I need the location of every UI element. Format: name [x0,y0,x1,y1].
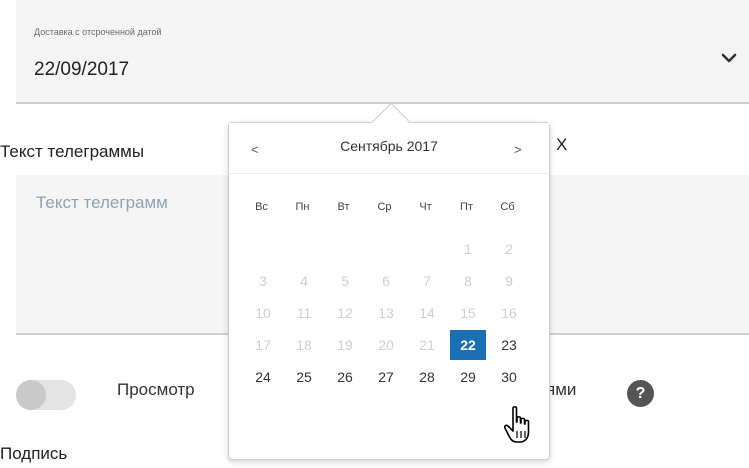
selected-day-cell[interactable]: 22 [450,330,486,360]
help-icon[interactable]: ? [627,380,654,407]
preview-label-end: ями [546,380,577,399]
empty-day-cell [286,234,322,264]
day-cell: 2 [505,241,513,257]
day-cell: 15 [460,305,476,321]
empty-day-cell [245,234,281,264]
day-cell: 20 [378,337,394,353]
day-cell: 16 [501,305,517,321]
day-cell[interactable]: 28 [409,362,445,392]
weekday-label: Вт [337,201,350,213]
calendar-month-title: Сентябрь 2017 [340,138,438,154]
day-cell: 14 [419,305,435,321]
day-cell: 7 [423,273,431,289]
delivery-date-value[interactable]: 22/09/2017 [34,59,129,81]
signature-label: Подпись [0,444,68,463]
day-cell: 9 [505,273,513,289]
day-cell[interactable]: 26 [327,362,363,392]
day-cell: 4 [300,273,308,289]
toggle-knob [16,380,46,410]
day-cell: 21 [419,337,435,353]
empty-day-cell [409,234,445,264]
day-cell[interactable]: 24 [245,362,281,392]
day-cell: 1 [464,241,472,257]
weekday-label: Вс [255,201,268,213]
day-cell[interactable]: 30 [491,362,527,392]
delivery-date-label: Доставка с отсроченной датой [34,27,162,37]
weekday-label: Ср [377,201,392,213]
day-cell[interactable]: 27 [368,362,404,392]
day-cell[interactable]: 29 [450,362,486,392]
popup-pointer [371,101,411,123]
day-cell: 5 [341,273,349,289]
day-cell: 3 [259,273,267,289]
preview-label-start: Просмотр [117,380,195,399]
empty-day-cell [327,234,363,264]
telegram-counter: X [556,135,568,154]
day-cell: 10 [255,305,271,321]
weekday-label: Сб [500,201,515,213]
day-cell: 6 [382,273,390,289]
hand-cursor-icon [503,406,530,443]
telegram-text-label: Текст телеграммы [0,142,145,161]
empty-day-cell [368,234,404,264]
telegram-text-placeholder: Текст телеграмм [36,193,168,212]
chevron-down-icon[interactable] [721,52,737,64]
weekday-label: Пн [295,201,310,213]
calendar-header: < Сентябрь 2017 > [229,123,549,174]
weekday-label: Пт [460,201,473,213]
day-cell: 11 [296,305,312,321]
day-cell: 17 [255,337,271,353]
day-cell: 19 [337,337,353,353]
day-cell: 12 [337,305,353,321]
calendar-days-grid: 1 2 3 4 5 6 7 8 9 10 11 12 13 14 15 16 17 18 19 20 21 22 23 24 2… [241,233,528,393]
day-cell[interactable]: 25 [286,362,322,392]
preview-toggle[interactable] [16,380,76,410]
next-month-button[interactable]: > [514,142,522,157]
day-cell: 18 [296,337,312,353]
day-cell: 13 [378,305,394,321]
day-cell[interactable]: 23 [491,330,527,360]
delivery-date-field[interactable]: Доставка с отсроченной датой 22/09/2017 [16,0,749,104]
day-cell: 8 [464,273,472,289]
weekday-header-row: Вс Пн Вт Ср Чт Пт Сб [241,191,528,223]
weekday-label: Чт [419,201,432,213]
